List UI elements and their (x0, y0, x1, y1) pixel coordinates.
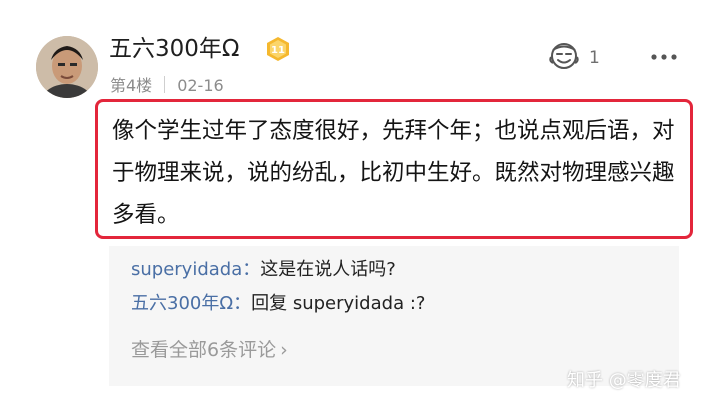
more-options-icon[interactable] (647, 42, 681, 72)
reply-content: 回复 superyidada :? (251, 293, 426, 314)
chevron-right-icon: › (280, 339, 288, 361)
like-icon (548, 41, 580, 76)
comment-text: 像个学生过年了态度很好，先拜个年；也说点观后语，对于物理来说，说的纷乱，比初中生… (112, 118, 675, 228)
avatar-image (36, 36, 98, 98)
replies-panel: superyidada：这是在说人话吗? 五六300年Ω：回复 superyid… (109, 246, 679, 386)
post-meta: 第4楼 02-16 (110, 76, 224, 96)
reply-item: superyidada：这是在说人话吗? (131, 257, 396, 283)
view-all-comments-link[interactable]: 查看全部6条评论 › (131, 337, 288, 363)
reply-author[interactable]: 五六300年Ω： (131, 293, 251, 314)
view-all-label: 查看全部6条评论 (131, 339, 277, 361)
post-date: 02-16 (177, 76, 224, 95)
like-count: 1 (589, 48, 600, 68)
badge-level: 11 (271, 45, 285, 56)
avatar[interactable] (36, 36, 98, 98)
reply-item: 五六300年Ω：回复 superyidada :? (131, 291, 425, 317)
like-button[interactable]: 1 (548, 41, 600, 76)
watermark: 知乎 @零度君 (567, 370, 681, 391)
username[interactable]: 五六300年Ω (109, 34, 239, 64)
level-badge-icon: 11 (264, 36, 292, 62)
floor-number: 第4楼 (110, 76, 153, 95)
highlighted-comment-box: 像个学生过年了态度很好，先拜个年；也说点观后语，对于物理来说，说的纷乱，比初中生… (95, 99, 693, 239)
meta-divider (164, 76, 166, 93)
reply-author[interactable]: superyidada： (131, 259, 260, 280)
reply-content: 这是在说人话吗? (260, 259, 396, 280)
